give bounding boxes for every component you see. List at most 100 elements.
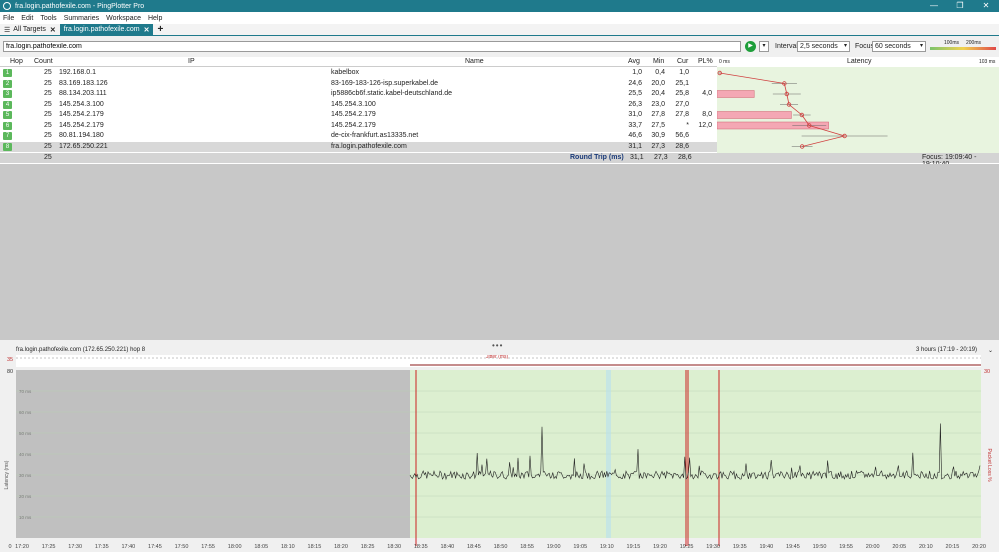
cell-cur: 27,8 (675, 111, 689, 118)
hop-badge: 4 (3, 100, 12, 109)
x-tick-label: 19:15 (627, 544, 641, 550)
table-row[interactable]: 5 25 145.254.2.179 145.254.2.179 31,0 27,8 27,… (0, 110, 717, 121)
x-tick-label: 19:10 (600, 544, 614, 550)
y-axis-label: Latency (ms) (4, 460, 10, 489)
col-name[interactable]: Name (465, 58, 484, 65)
cell-ip: 145.254.2.179 (59, 121, 104, 129)
menu-edit[interactable]: Edit (21, 15, 33, 22)
x-tick-label: 19:25 (680, 544, 694, 550)
hop-badge: 6 (3, 121, 12, 130)
target-input[interactable] (3, 41, 741, 52)
col-min[interactable]: Min (653, 58, 664, 65)
table-row[interactable]: 1 25 192.168.0.1 kabelbox 1,0 0,4 1,0 (0, 68, 717, 79)
x-tick-label: 17:50 (175, 544, 189, 550)
cell-cur: 56,6 (675, 132, 689, 139)
chevron-down-icon: ▾ (843, 43, 847, 49)
summary-avg: 31,1 (630, 154, 644, 161)
col-hop[interactable]: Hop (10, 58, 23, 65)
x-tick-label: 19:30 (706, 544, 720, 550)
scale-high-label: 200ms (966, 40, 982, 46)
cell-count: 25 (44, 69, 52, 76)
table-row[interactable]: 2 25 83.169.183.126 83-169-183-126-isp.supe… (0, 79, 717, 90)
cell-count: 25 (44, 100, 52, 108)
graph-range[interactable]: 3 hours (17:19 - 20:19) (916, 347, 977, 353)
cell-pl: 4,0 (702, 90, 712, 97)
col-avg[interactable]: Avg (628, 58, 640, 65)
table-row[interactable]: 6 25 145.254.2.179 145.254.2.179 33,7 27,5 * 12… (0, 121, 717, 132)
close-tab-icon[interactable]: ✕ (50, 26, 56, 34)
app-logo-icon (3, 2, 11, 10)
cell-cur: 25,1 (675, 79, 689, 87)
x-tick-label: 20:15 (946, 544, 960, 550)
cell-avg: 25,5 (628, 90, 642, 97)
cell-avg: 31,1 (628, 142, 642, 150)
col-cur[interactable]: Cur (677, 58, 688, 65)
x-tick-label: 18:30 (387, 544, 401, 550)
hop-badge: 8 (3, 142, 12, 151)
close-tab-icon[interactable]: ✕ (144, 26, 150, 34)
round-trip-row: 25 Round Trip (ms) 31,1 27,3 28,6 Focus:… (0, 153, 999, 168)
menu-file[interactable]: File (3, 15, 14, 22)
jitter-max-label: 35 (7, 357, 13, 363)
scale-gradient-bar (930, 47, 996, 50)
cell-min: 27,5 (651, 121, 665, 129)
cell-ip: 145.254.3.100 (59, 100, 104, 108)
cell-pl: 8,0 (702, 111, 712, 118)
hop-badge: 2 (3, 79, 12, 88)
summary-cur: 28,6 (678, 154, 692, 161)
jitter-label: Jitter (ms) (486, 355, 509, 360)
col-count[interactable]: Count (34, 58, 53, 65)
col-pl[interactable]: PL% (698, 58, 713, 65)
cell-count: 25 (44, 79, 52, 87)
cell-avg: 26,3 (628, 100, 642, 108)
y-tick-label: 50 ms (19, 431, 32, 436)
x-tick-label: 17:25 (42, 544, 56, 550)
col-ip[interactable]: IP (188, 58, 195, 65)
hop-badge: 5 (3, 111, 12, 119)
table-row[interactable]: 4 25 145.254.3.100 145.254.3.100 26,3 23,0 27,… (0, 100, 717, 111)
table-row[interactable]: 3 25 88.134.203.111 ip5886cb6f.static.kabel… (0, 89, 717, 100)
chevron-down-icon[interactable]: ▾ (759, 41, 769, 52)
minimize-button[interactable]: — (921, 0, 947, 12)
menu-tools[interactable]: Tools (40, 15, 56, 22)
menu-summaries[interactable]: Summaries (64, 15, 99, 22)
cell-name: de-cix-frankfurt.as13335.net (331, 132, 419, 139)
table-row[interactable]: 7 25 80.81.194.180 de-cix-frankfurt.as13335… (0, 131, 717, 142)
tab-target-label: fra.login.pathofexile.com (63, 26, 140, 33)
tab-bar: ☰ All Targets ✕ fra.login.pathofexile.co… (0, 24, 999, 36)
tab-all-targets[interactable]: ☰ All Targets ✕ (0, 24, 60, 35)
menu-workspace[interactable]: Workspace (106, 15, 141, 22)
cell-avg: 31,0 (628, 111, 642, 118)
menu-help[interactable]: Help (148, 15, 162, 22)
focus-select[interactable]: 60 seconds ▾ (872, 41, 926, 52)
x-tick-label: 18:40 (440, 544, 454, 550)
table-row[interactable]: 8 25 172.65.250.221 fra.login.pathofexile.c… (0, 141, 717, 152)
cell-cur: 25,8 (675, 90, 689, 97)
interval-select[interactable]: 2,5 seconds ▾ (797, 41, 850, 52)
y-tick-label: 70 ms (19, 389, 32, 394)
close-button[interactable]: ✕ (973, 0, 999, 12)
y-tick-label: 10 ms (19, 515, 32, 520)
grid-header: Hop Count IP Name Avg Min Cur PL% (0, 57, 717, 67)
x-zero-label: 0 (8, 544, 11, 550)
x-tick-label: 18:35 (414, 544, 428, 550)
latency-trace-chart (717, 70, 888, 149)
focus-window (606, 370, 611, 538)
y-tick-label: 40 ms (19, 452, 32, 457)
summary-label: Round Trip (ms) (570, 154, 624, 161)
y-tick-label: 20 ms (19, 494, 32, 499)
maximize-button[interactable]: ❐ (947, 0, 973, 12)
tab-target[interactable]: fra.login.pathofexile.com ✕ (59, 24, 154, 35)
cell-name: ip5886cb6f.static.kabel-deutschland.de (331, 90, 453, 97)
interval-value: 2,5 seconds (800, 43, 838, 50)
cell-count: 25 (44, 90, 52, 97)
graph-expand-icon[interactable]: ⌄ (988, 347, 993, 354)
chevron-down-icon: ▾ (919, 43, 923, 49)
add-tab-button[interactable]: + (157, 24, 163, 35)
cell-cur: 27,0 (675, 100, 689, 108)
hop-badge: 3 (3, 90, 12, 98)
x-tick-label: 18:15 (308, 544, 322, 550)
play-icon[interactable]: ▶ (745, 41, 756, 52)
cell-min: 27,8 (651, 111, 665, 118)
x-tick-label: 18:45 (467, 544, 481, 550)
